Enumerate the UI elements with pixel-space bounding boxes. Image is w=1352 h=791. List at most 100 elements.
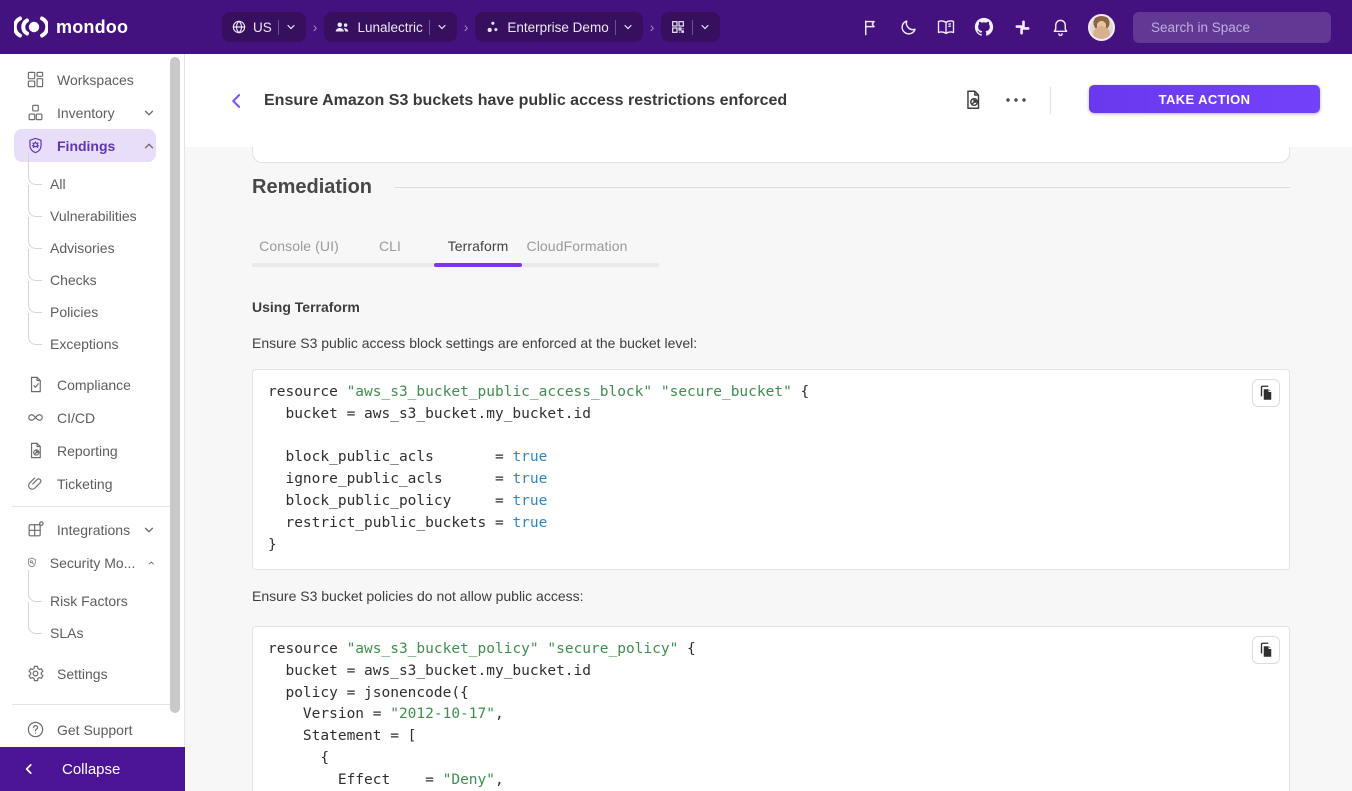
- sidebar-item-workspaces[interactable]: Workspaces: [14, 63, 156, 96]
- mondoo-logo-icon: [14, 16, 48, 38]
- tab-cli[interactable]: CLI: [346, 231, 434, 261]
- integrations-icon: [26, 520, 45, 539]
- sidebar-item-label: Advisories: [50, 240, 115, 256]
- sidebar-item-reporting[interactable]: Reporting: [14, 434, 156, 467]
- tab-indicator: [434, 263, 522, 267]
- workspace-grid-icon: [670, 19, 686, 35]
- breadcrumb-separator: ›: [312, 19, 319, 35]
- sidebar-divider: [12, 704, 172, 705]
- chevron-down-icon: [142, 106, 156, 120]
- sidebar-item-get-support[interactable]: Get Support: [14, 713, 156, 746]
- sidebar-item-label: Workspaces: [57, 72, 156, 88]
- tab-console-ui[interactable]: Console (UI): [252, 231, 346, 261]
- code-line: resource "aws_s3_bucket_policy" "secure_…: [268, 639, 1274, 661]
- chevron-up-icon: [147, 556, 156, 570]
- sidebar-item-label: Get Support: [57, 722, 156, 738]
- brand[interactable]: mondoo: [14, 0, 128, 54]
- dark-mode-moon-icon[interactable]: [898, 17, 918, 37]
- reporting-icon: [26, 441, 45, 460]
- pill-divider: [278, 20, 279, 35]
- chevron-down-icon: [436, 21, 448, 33]
- search-box: [1133, 12, 1331, 43]
- sidebar-item-label: Security Mo...: [50, 555, 136, 571]
- copy-icon: [1257, 384, 1275, 402]
- chevron-down-icon: [699, 21, 711, 33]
- back-button[interactable]: [223, 87, 251, 115]
- code-line: [268, 426, 1274, 448]
- org-label: Lunalectric: [357, 20, 422, 35]
- sidebar-item-compliance[interactable]: Compliance: [14, 368, 156, 401]
- region-selector[interactable]: US: [222, 12, 306, 42]
- code-content: resource "aws_s3_bucket_public_access_bl…: [268, 382, 1274, 556]
- chevron-down-icon: [285, 21, 297, 33]
- brand-name: mondoo: [56, 17, 128, 38]
- copy-icon: [1257, 641, 1275, 659]
- organization-icon: [333, 18, 351, 36]
- code-line: bucket = aws_s3_bucket.my_bucket.id: [268, 661, 1274, 683]
- code-line: Statement = [: [268, 726, 1274, 748]
- sidebar-item-settings[interactable]: Settings: [14, 657, 156, 690]
- chevron-down-icon: [622, 21, 634, 33]
- sidebar-item-label: Risk Factors: [50, 593, 128, 609]
- topbar-actions: [860, 0, 1331, 54]
- space-selector[interactable]: Enterprise Demo: [475, 12, 642, 42]
- github-icon[interactable]: [974, 17, 994, 37]
- sidebar-item-integrations[interactable]: Integrations: [14, 513, 156, 546]
- collapse-label: Collapse: [62, 761, 120, 778]
- report-icon[interactable]: [959, 86, 987, 114]
- pill-divider: [615, 20, 616, 35]
- slack-icon[interactable]: [1012, 17, 1032, 37]
- sidebar-item-ci-cd[interactable]: CI/CD: [14, 401, 156, 434]
- sidebar-item-label: Findings: [57, 138, 130, 154]
- breadcrumb-separator: ›: [463, 19, 470, 35]
- ticketing-icon: [26, 474, 45, 493]
- header-divider: [1050, 87, 1051, 114]
- region-label: US: [253, 20, 272, 35]
- sidebar-item-slas[interactable]: SLAs: [0, 617, 184, 649]
- code-line: block_public_policy = true: [268, 491, 1274, 513]
- collapse-button[interactable]: Collapse: [0, 747, 185, 791]
- code-line: ignore_public_acls = true: [268, 469, 1274, 491]
- user-avatar[interactable]: [1088, 14, 1115, 41]
- code-block-terraform-2: resource "aws_s3_bucket_policy" "secure_…: [252, 626, 1290, 791]
- sidebar-item-ticketing[interactable]: Ticketing: [14, 467, 156, 500]
- sidebar-item-label: Ticketing: [57, 476, 156, 492]
- remediation-heading: Remediation: [252, 176, 372, 199]
- workspace-selector[interactable]: [661, 12, 720, 42]
- settings-icon: [26, 664, 45, 683]
- tab-terraform[interactable]: Terraform: [434, 231, 522, 261]
- more-options-button[interactable]: [1001, 90, 1031, 110]
- help-icon: [26, 720, 45, 739]
- breadcrumb-separator: ›: [649, 19, 656, 35]
- code-line: restrict_public_buckets = true: [268, 513, 1274, 535]
- chevron-left-icon: [227, 91, 247, 111]
- sidebar: WorkspacesInventoryFindingsAllVulnerabil…: [0, 54, 185, 791]
- code-line: block_public_acls = true: [268, 447, 1274, 469]
- flag-icon[interactable]: [860, 17, 880, 37]
- main: Ensure Amazon S3 buckets have public acc…: [185, 54, 1352, 791]
- sidebar-scrollbar[interactable]: [170, 57, 180, 713]
- copy-code-button[interactable]: [1252, 379, 1280, 407]
- sidebar-item-inventory[interactable]: Inventory: [14, 96, 156, 129]
- sidebar-item-label: Compliance: [57, 377, 156, 393]
- tab-cloudformation[interactable]: CloudFormation: [522, 231, 632, 261]
- sidebar-item-label: SLAs: [50, 625, 83, 641]
- remediation-section-head: Remediation: [252, 176, 1290, 199]
- sidebar-item-label: Settings: [57, 666, 156, 682]
- notifications-bell-icon[interactable]: [1050, 17, 1070, 37]
- content: Remediation Console (UI)CLITerraformClou…: [185, 147, 1352, 791]
- search-input[interactable]: [1151, 20, 1328, 35]
- heading-rule: [394, 187, 1290, 188]
- sidebar-item-label: Inventory: [57, 105, 130, 121]
- org-selector[interactable]: Lunalectric: [324, 12, 456, 42]
- sidebar-item-label: Policies: [50, 304, 98, 320]
- chevron-down-icon: [142, 523, 156, 537]
- sidebar-item-exceptions[interactable]: Exceptions: [0, 328, 184, 360]
- code-line: }: [268, 535, 1274, 557]
- copy-code-button[interactable]: [1252, 636, 1280, 664]
- sidebar-divider: [12, 506, 172, 507]
- page-title: Ensure Amazon S3 buckets have public acc…: [264, 92, 787, 110]
- space-label: Enterprise Demo: [507, 20, 608, 35]
- take-action-button[interactable]: TAKE ACTION: [1089, 85, 1320, 113]
- docs-book-icon[interactable]: [936, 17, 956, 37]
